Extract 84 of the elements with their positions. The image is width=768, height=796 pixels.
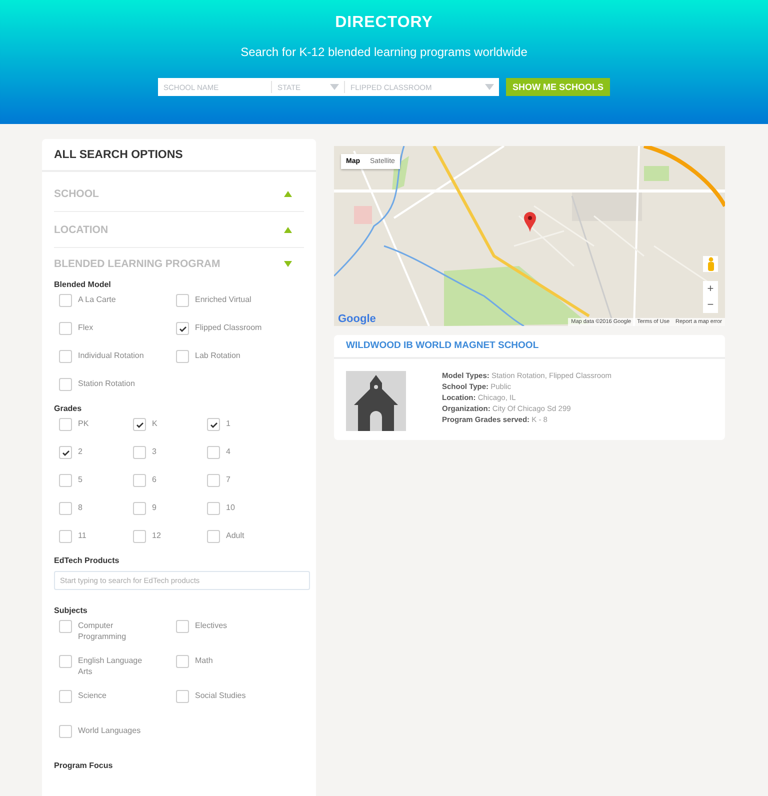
checkbox-label: PK (78, 418, 89, 429)
accordion-header[interactable]: BLENDED LEARNING PROGRAM (54, 248, 304, 280)
checkbox[interactable] (176, 322, 189, 335)
checkbox[interactable] (59, 294, 72, 307)
checkbox[interactable] (59, 322, 72, 335)
map-logo: Google (338, 313, 376, 325)
checkbox-label: World Languages (78, 725, 141, 736)
check-icon (178, 326, 186, 332)
checkbox[interactable] (59, 620, 72, 633)
checkbox[interactable] (207, 474, 220, 487)
checkbox[interactable] (59, 378, 72, 391)
check-icon (62, 450, 70, 456)
checkbox[interactable] (176, 350, 189, 363)
group-heading: Grades (54, 404, 83, 413)
checkbox-label: Flex (78, 322, 94, 333)
checkbox-label: 9 (152, 502, 156, 513)
accordion-header[interactable]: LOCATION (54, 212, 304, 248)
map-pin-icon[interactable] (524, 212, 536, 232)
group-heading: Subjects (54, 606, 88, 615)
checkbox[interactable] (59, 474, 72, 487)
checkbox[interactable] (176, 620, 189, 633)
checkbox-label: 7 (226, 474, 230, 485)
caret-icon (330, 84, 340, 90)
checkbox-label: 3 (152, 446, 156, 457)
caret-icon (485, 84, 494, 90)
group-heading: Blended Model (54, 280, 112, 289)
checkbox[interactable] (59, 690, 72, 703)
checkbox-label: Math (195, 655, 213, 666)
person-icon (706, 257, 714, 271)
checkbox[interactable] (133, 474, 146, 487)
checkbox-label: Individual Rotation (78, 350, 144, 361)
checkbox-label: 5 (78, 474, 82, 485)
checkbox[interactable] (207, 446, 220, 459)
checkbox-label: Electives (195, 620, 228, 631)
show-schools-button[interactable]: SHOW ME SCHOOLS (506, 78, 610, 96)
checkbox-label: Adult (226, 530, 244, 541)
checkbox-label: Station Rotation (78, 378, 135, 389)
checkbox[interactable] (176, 294, 189, 307)
checkbox[interactable] (59, 418, 72, 431)
group-heading: EdTech Products (54, 556, 120, 565)
checkbox-label: Social Studies (195, 690, 246, 701)
caret-down-icon (284, 261, 292, 267)
checkbox[interactable] (176, 690, 189, 703)
checkbox-label: Computer Programming (78, 620, 128, 642)
checkbox[interactable] (207, 502, 220, 515)
checkbox[interactable] (133, 530, 146, 543)
checkbox-label: 1 (226, 418, 230, 429)
school-name-link[interactable]: WILDWOOD IB WORLD MAGNET SCHOOL (334, 335, 725, 359)
caret-up-icon (284, 226, 292, 232)
checkbox-label: 6 (152, 474, 156, 485)
checkbox-label: 4 (226, 446, 230, 457)
checkbox[interactable] (176, 655, 189, 668)
checkbox-label: 10 (226, 502, 235, 513)
checkbox-label: English Language Arts (78, 655, 144, 677)
checkbox-label: Enriched Virtual (195, 294, 252, 305)
checkbox[interactable] (207, 418, 220, 431)
checkbox[interactable] (133, 446, 146, 459)
checkbox-label: 12 (152, 530, 161, 541)
street-view-button[interactable] (703, 256, 718, 272)
checkbox-label: Flipped Classroom (195, 322, 262, 333)
checkbox-label: 11 (78, 530, 86, 541)
checkbox[interactable] (133, 502, 146, 515)
checkbox-label: K (152, 418, 158, 429)
checkbox[interactable] (207, 530, 220, 543)
group-heading: Program Focus (54, 761, 114, 770)
checkbox-label: Science (78, 690, 106, 701)
checkbox-label: 2 (78, 446, 82, 457)
checkbox[interactable] (59, 446, 72, 459)
checkbox[interactable] (59, 725, 72, 738)
checkbox-label: A La Carte (78, 294, 116, 305)
checkbox[interactable] (133, 418, 146, 431)
page-title: DIRECTORY (335, 14, 433, 32)
check-icon (210, 422, 218, 428)
checkbox[interactable] (59, 350, 72, 363)
caret-up-icon (284, 190, 292, 196)
accordion-header[interactable]: SCHOOL (54, 176, 304, 212)
check-icon (136, 422, 144, 428)
checkbox-label: Lab Rotation (195, 350, 240, 361)
checkbox[interactable] (59, 530, 72, 543)
checkbox[interactable] (59, 655, 72, 668)
page-subtitle: Search for K-12 blended learning programs worldwide (240, 45, 528, 59)
panel-title: ALL SEARCH OPTIONS (42, 139, 316, 172)
checkbox-label: 8 (78, 502, 82, 513)
checkbox[interactable] (59, 502, 72, 515)
